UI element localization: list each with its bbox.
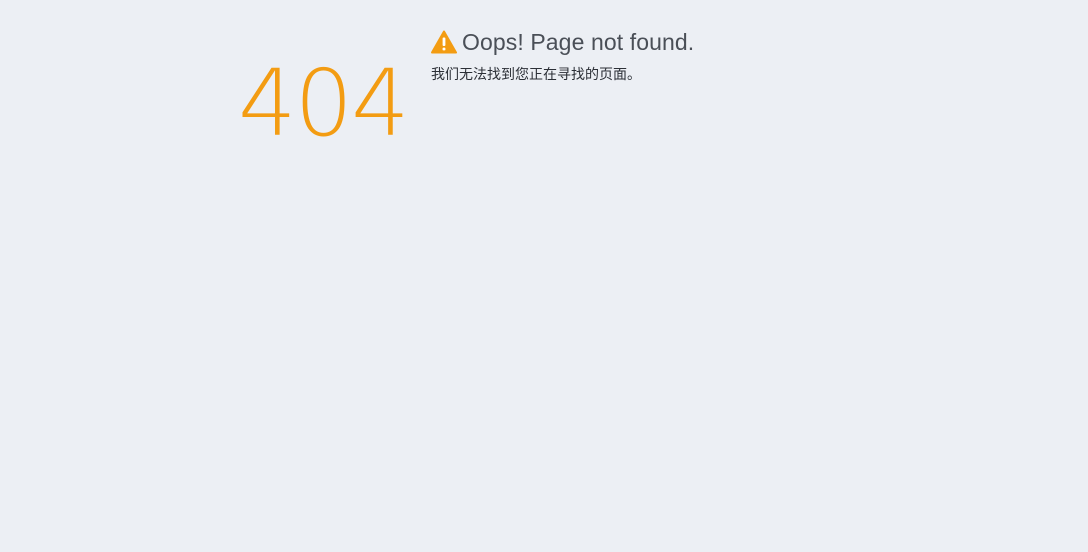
error-content: Oops! Page not found. 我们无法找到您正在寻找的页面。 — [431, 25, 694, 85]
headline-text: Oops! Page not found. — [462, 28, 695, 55]
error-headline: Oops! Page not found. — [431, 25, 694, 59]
error-page: 404 Oops! Page not found. 我们无法找到您正在寻找的页面… — [0, 0, 1088, 552]
error-message: 我们无法找到您正在寻找的页面。 — [431, 67, 641, 83]
warning-icon — [431, 30, 457, 54]
error-code: 404 — [238, 50, 410, 157]
